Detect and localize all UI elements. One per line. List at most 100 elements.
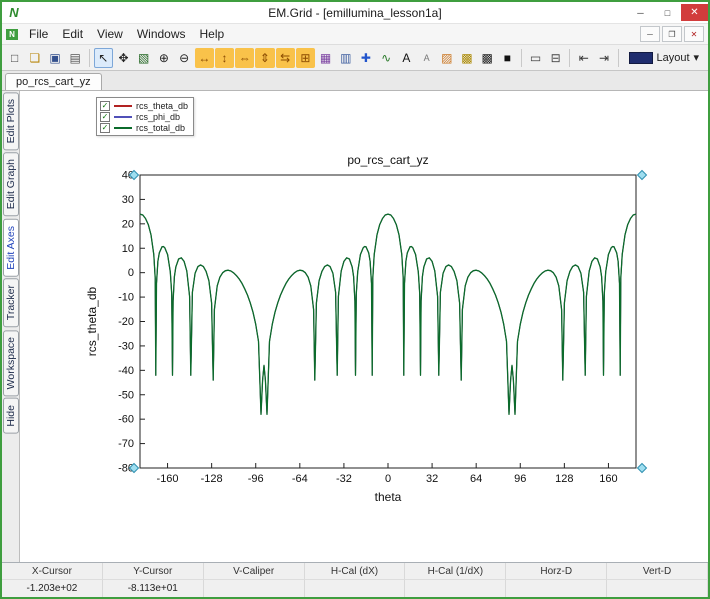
legend-line-swatch — [114, 116, 132, 118]
mdi-close-button[interactable]: ✕ — [684, 26, 704, 42]
toolbar-separator — [569, 49, 570, 67]
layout-color-swatch — [629, 52, 653, 64]
toolbar-caliper-left-button[interactable]: ⇤ — [574, 48, 593, 68]
x-tick-label: -64 — [292, 473, 308, 485]
plot-canvas[interactable]: po_rcs_cart_yztheta rcs_theta_db -160 -128 -… — [20, 91, 709, 567]
toolbar-add-trace-button[interactable]: ✚ — [356, 48, 375, 68]
x-tick-label: -128 — [201, 473, 223, 485]
close-button[interactable]: ✕ — [681, 4, 708, 21]
minimize-button[interactable]: ─ — [627, 4, 654, 21]
legend-checkbox-rcs_total_db[interactable]: ✓ — [100, 123, 110, 133]
toolbar-frame-split-button[interactable]: ⊟ — [546, 48, 565, 68]
status-value: -8.113e+01 — [103, 580, 204, 597]
status-value — [204, 580, 305, 597]
toolbar-contour-map-button[interactable]: ▩ — [457, 48, 476, 68]
toolbar-caliper-right-button[interactable]: ⇥ — [594, 48, 613, 68]
legend-label: rcs_theta_db — [136, 101, 188, 111]
y-tick-label: 20 — [122, 218, 134, 230]
sidebar-tab-edit-plots[interactable]: Edit Plots — [3, 92, 19, 150]
graph-panel[interactable]: ✓ rcs_theta_db ✓ rcs_phi_db ✓ rcs_total_db po… — [20, 91, 708, 562]
title-bar[interactable]: N EM.Grid - [emillumina_lesson1a] ─ □ ✕ — [2, 2, 708, 23]
maximize-button[interactable]: □ — [654, 4, 681, 21]
y-tick-label: 0 — [128, 267, 134, 279]
menu-help[interactable]: Help — [193, 25, 232, 43]
toolbar-image-view-button[interactable]: ■ — [498, 48, 517, 68]
toolbar-text-small-button[interactable]: A — [417, 48, 436, 68]
toolbar-zoom-window-button[interactable]: ▧ — [134, 48, 153, 68]
status-value — [305, 580, 406, 597]
x-axis-label: theta — [375, 490, 402, 504]
app-window: N EM.Grid - [emillumina_lesson1a] ─ □ ✕ … — [0, 0, 710, 599]
toolbar-print-button[interactable]: ▤ — [66, 48, 85, 68]
toolbar-swap-axes-button[interactable]: ⇆ — [276, 48, 295, 68]
toolbar-expand-x-button[interactable]: ⇔ — [235, 48, 254, 68]
legend-checkbox-rcs_phi_db[interactable]: ✓ — [100, 112, 110, 122]
toolbar-pan-hand-button[interactable]: ✥ — [114, 48, 133, 68]
y-tick-label: 30 — [122, 194, 134, 206]
y-tick-label: -60 — [118, 414, 134, 426]
toolbar-layout-dropdown[interactable]: Layout▾ — [623, 48, 706, 68]
x-tick-label: 32 — [426, 473, 438, 485]
y-tick-label: -40 — [118, 365, 134, 377]
toolbar-scale-y-button[interactable]: ↕ — [215, 48, 234, 68]
toolbar-text-large-button[interactable]: A — [397, 48, 416, 68]
document-icon: N — [6, 29, 18, 40]
x-tick-label: 96 — [514, 473, 526, 485]
series-rcs_total_db — [140, 214, 636, 414]
plot-title: po_rcs_cart_yz — [347, 153, 428, 167]
menu-edit[interactable]: Edit — [55, 25, 90, 43]
toolbar-zoom-in-button[interactable]: ⊕ — [154, 48, 173, 68]
toolbar-open-folder-button[interactable]: ❏ — [25, 48, 44, 68]
legend-line-swatch — [114, 105, 132, 107]
legend-entry: ✓ rcs_total_db — [100, 122, 188, 133]
status-bar: X-CursorY-CursorV-CaliperH-Cal (dX)H-Cal… — [2, 562, 708, 597]
main-area: Edit Plots Edit Graph Edit AxesTracker Work… — [2, 91, 708, 562]
sidebar-tab-hide[interactable]: Hide — [3, 398, 19, 434]
legend-entry: ✓ rcs_theta_db — [100, 100, 188, 111]
y-tick-label: -30 — [118, 340, 134, 352]
menu-items: FileEditViewWindowsHelp — [22, 25, 231, 43]
toolbar-color-map-button[interactable]: ▨ — [437, 48, 456, 68]
sidebar-tab-tracker[interactable]: Tracker — [3, 278, 19, 327]
menu-file[interactable]: File — [22, 25, 55, 43]
mdi-window-controls: ─❐✕ — [640, 26, 704, 42]
menu-windows[interactable]: Windows — [130, 25, 193, 43]
toolbar-save-button[interactable]: ▣ — [45, 48, 64, 68]
legend-label: rcs_total_db — [136, 123, 185, 133]
mdi-restore-button[interactable]: ❐ — [662, 26, 682, 42]
window-title: EM.Grid - [emillumina_lesson1a] — [2, 6, 708, 20]
x-tick-label: 128 — [555, 473, 573, 485]
mdi-minimize-button[interactable]: ─ — [640, 26, 660, 42]
toolbar-zoom-out-button[interactable]: ⊖ — [175, 48, 194, 68]
toolbar-expand-y-button[interactable]: ⇕ — [255, 48, 274, 68]
y-tick-label: -50 — [118, 389, 134, 401]
toolbar-frame-outline-button[interactable]: ▭ — [526, 48, 545, 68]
toolbar-scale-x-button[interactable]: ↔ — [195, 48, 214, 68]
y-axis-label: rcs_theta_db — [85, 286, 99, 356]
menu-view[interactable]: View — [90, 25, 130, 43]
x-tick-label: -160 — [157, 473, 179, 485]
plot-corner-handle[interactable] — [638, 464, 647, 473]
sidebar-tab-edit-axes[interactable]: Edit Axes — [3, 219, 19, 277]
toolbar-separator — [521, 49, 522, 67]
y-tick-label: -70 — [118, 438, 134, 450]
y-tick-label: 10 — [122, 243, 134, 255]
legend-label: rcs_phi_db — [136, 112, 180, 122]
chevron-down-icon: ▾ — [694, 51, 700, 64]
legend-checkbox-rcs_theta_db[interactable]: ✓ — [100, 101, 110, 111]
sidebar-tab-workspace[interactable]: Workspace — [3, 330, 19, 396]
status-value — [607, 580, 708, 597]
toolbar-curve-fit-button[interactable]: ∿ — [377, 48, 396, 68]
toolbar-density-map-button[interactable]: ▩ — [478, 48, 497, 68]
legend-entry: ✓ rcs_phi_db — [100, 111, 188, 122]
menu-bar: N FileEditViewWindowsHelp ─❐✕ — [2, 23, 708, 44]
toolbar-autoscale-button[interactable]: ⊞ — [296, 48, 315, 68]
status-value: -1.203e+02 — [2, 580, 103, 597]
plot-corner-handle[interactable] — [638, 171, 647, 180]
toolbar-grid-major-button[interactable]: ▦ — [316, 48, 335, 68]
toolbar-grid-minor-button[interactable]: ▥ — [336, 48, 355, 68]
tab-po_rcs_cart_yz[interactable]: po_rcs_cart_yz — [5, 73, 102, 90]
toolbar-pointer-select-button[interactable]: ↖ — [94, 48, 113, 68]
sidebar-tab-edit-graph[interactable]: Edit Graph — [3, 152, 19, 216]
toolbar-new-file-button[interactable]: □ — [5, 48, 24, 68]
